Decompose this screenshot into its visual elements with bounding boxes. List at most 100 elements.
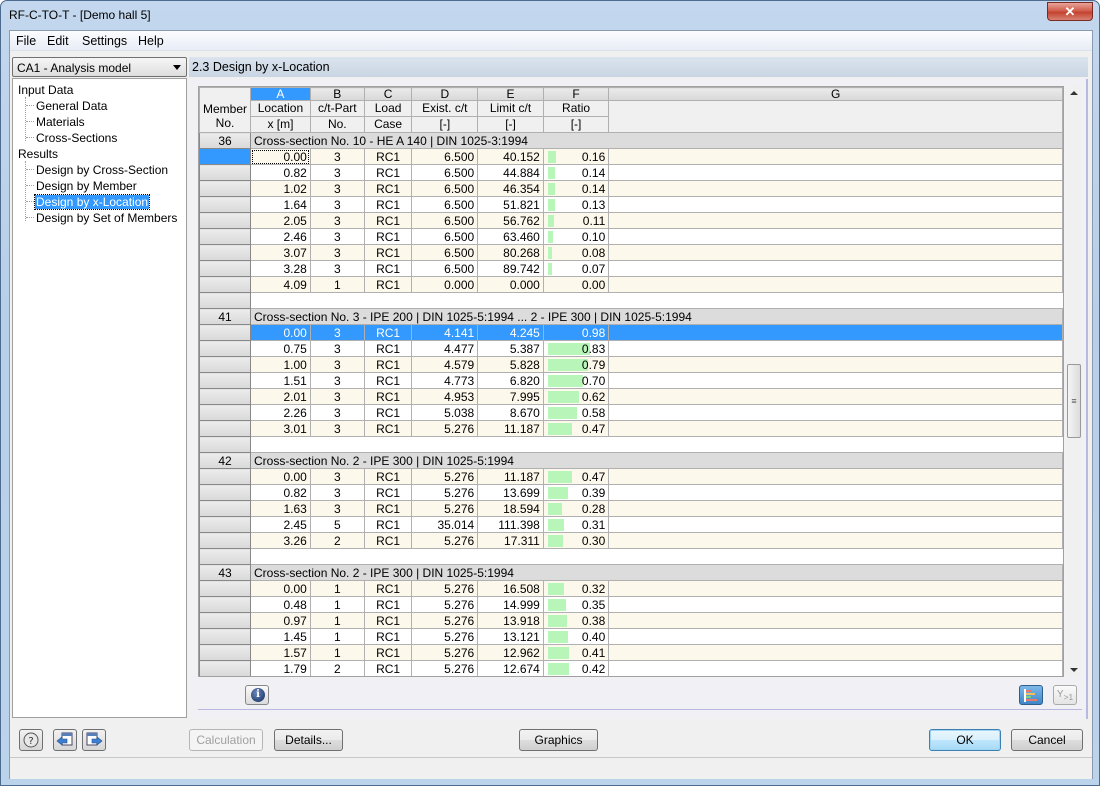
- scroll-down-icon[interactable]: [1070, 668, 1078, 672]
- cell-ratio[interactable]: 0.79: [542, 356, 610, 373]
- calculation-button[interactable]: Calculation: [189, 729, 263, 751]
- column-letter-f[interactable]: F: [542, 87, 610, 101]
- table-row[interactable]: 3.07 3 RC1 6.500 80.268 0.08: [199, 244, 1063, 261]
- table-row[interactable]: 1.45 1 RC1 5.276 13.121 0.40: [199, 628, 1063, 645]
- cell-load-case[interactable]: RC1: [363, 404, 413, 421]
- row-header[interactable]: [199, 388, 252, 405]
- row-header[interactable]: [199, 180, 252, 197]
- cell-load-case[interactable]: RC1: [363, 276, 413, 293]
- cell-ratio[interactable]: 0.13: [542, 196, 610, 213]
- row-header[interactable]: [199, 660, 252, 676]
- cell-limit-ct[interactable]: 44.884: [477, 164, 544, 181]
- column-letter-a[interactable]: A: [250, 87, 311, 101]
- cell-limit-ct[interactable]: 16.508: [477, 580, 544, 597]
- cell-g[interactable]: [608, 148, 1063, 165]
- cell-exist-ct[interactable]: 35.014: [411, 516, 479, 533]
- tree-item-design-by-set-of-members[interactable]: Design by Set of Members: [36, 211, 177, 225]
- cell-ratio[interactable]: 0.42: [542, 660, 610, 676]
- cell-g[interactable]: [608, 404, 1063, 421]
- close-button[interactable]: ✕: [1047, 2, 1093, 21]
- cell-location[interactable]: 1.79: [250, 660, 311, 676]
- row-header[interactable]: [199, 420, 252, 437]
- table-row[interactable]: 2.05 3 RC1 6.500 56.762 0.11: [199, 212, 1063, 229]
- cell-g[interactable]: [608, 532, 1063, 549]
- cell-limit-ct[interactable]: 14.999: [477, 596, 544, 613]
- row-header[interactable]: [199, 436, 252, 453]
- cell-exist-ct[interactable]: 5.276: [411, 660, 479, 676]
- cell-ct-part[interactable]: 3: [309, 356, 365, 373]
- tree-item-design-by-member[interactable]: Design by Member: [36, 179, 137, 193]
- tree-item-general-data[interactable]: General Data: [36, 99, 107, 113]
- cell-limit-ct[interactable]: 5.828: [477, 356, 544, 373]
- cell-limit-ct[interactable]: 89.742: [477, 260, 544, 277]
- graphics-button[interactable]: Graphics: [519, 729, 598, 751]
- table-row[interactable]: 3.28 3 RC1 6.500 89.742 0.07: [199, 260, 1063, 277]
- cell-limit-ct[interactable]: 18.594: [477, 500, 544, 517]
- cell-limit-ct[interactable]: 13.699: [477, 484, 544, 501]
- cell-location[interactable]: 0.97: [250, 612, 311, 629]
- cell-location[interactable]: 2.05: [250, 212, 311, 229]
- cell-location[interactable]: 0.00: [250, 468, 311, 485]
- tree-item-cross-sections[interactable]: Cross-Sections: [36, 131, 117, 145]
- cell-ratio[interactable]: 0.16: [542, 148, 610, 165]
- cell-g[interactable]: [608, 388, 1063, 405]
- table-row[interactable]: 1.02 3 RC1 6.500 46.354 0.14: [199, 180, 1063, 197]
- cell-ct-part[interactable]: 2: [309, 532, 365, 549]
- cell-load-case[interactable]: RC1: [363, 244, 413, 261]
- cell-exist-ct[interactable]: 6.500: [411, 260, 479, 277]
- cell-location[interactable]: 2.26: [250, 404, 311, 421]
- row-header[interactable]: [199, 356, 252, 373]
- cell-exist-ct[interactable]: 5.276: [411, 580, 479, 597]
- table-row[interactable]: 2.01 3 RC1 4.953 7.995 0.62: [199, 388, 1063, 405]
- cell-load-case[interactable]: RC1: [363, 596, 413, 613]
- table-row[interactable]: 3.26 2 RC1 5.276 17.311 0.30: [199, 532, 1063, 549]
- cell-limit-ct[interactable]: 40.152: [477, 148, 544, 165]
- cell-exist-ct[interactable]: 5.038: [411, 404, 479, 421]
- row-header[interactable]: [199, 244, 252, 261]
- cell-ratio[interactable]: 0.62: [542, 388, 610, 405]
- cell-load-case[interactable]: RC1: [363, 580, 413, 597]
- case-select[interactable]: CA1 - Analysis model: [12, 57, 187, 77]
- table-row[interactable]: 1.63 3 RC1 5.276 18.594 0.28: [199, 500, 1063, 517]
- cell-ct-part[interactable]: 3: [309, 180, 365, 197]
- cell-location[interactable]: 1.57: [250, 644, 311, 661]
- row-header[interactable]: [200, 677, 251, 678]
- cell-load-case[interactable]: RC1: [363, 196, 413, 213]
- cell-location[interactable]: 4.09: [250, 276, 311, 293]
- cell-ct-part[interactable]: 2: [309, 660, 365, 676]
- table-row[interactable]: 0.82 3 RC1 5.276 13.699 0.39: [199, 484, 1063, 501]
- scroll-up-icon[interactable]: [1070, 91, 1078, 95]
- row-header[interactable]: [199, 164, 252, 181]
- table-row[interactable]: 0.75 3 RC1 4.477 5.387 0.83: [199, 340, 1063, 357]
- cell-location[interactable]: 0.82: [250, 484, 311, 501]
- cell-exist-ct[interactable]: 5.276: [411, 532, 479, 549]
- cell-ct-part[interactable]: 3: [309, 260, 365, 277]
- cell-limit-ct[interactable]: 111.398: [477, 516, 544, 533]
- menu-edit[interactable]: Edit: [47, 34, 69, 48]
- ok-button[interactable]: OK: [929, 729, 1001, 751]
- table-row[interactable]: 2.45 5 RC1 35.014 111.398 0.31: [199, 516, 1063, 533]
- cell-load-case[interactable]: RC1: [363, 644, 413, 661]
- cell-ct-part[interactable]: 3: [309, 468, 365, 485]
- cell-load-case[interactable]: RC1: [363, 356, 413, 373]
- cell-location[interactable]: 0.00: [250, 580, 311, 597]
- cell-g[interactable]: [608, 372, 1063, 389]
- cell-exist-ct[interactable]: 6.500: [411, 180, 479, 197]
- tree-item-design-by-x-location[interactable]: Design by x-Location: [33, 194, 151, 210]
- next-window-button[interactable]: [82, 729, 106, 751]
- cell-g[interactable]: [608, 180, 1063, 197]
- cell-ct-part[interactable]: 3: [309, 324, 365, 341]
- cell-load-case[interactable]: RC1: [363, 628, 413, 645]
- member-number[interactable]: 41: [199, 308, 252, 325]
- table-row[interactable]: 0.00 1 RC1 5.276 16.508 0.32: [199, 580, 1063, 597]
- cell-exist-ct[interactable]: 5.276: [411, 468, 479, 485]
- cell-g[interactable]: [608, 324, 1063, 341]
- cell-ct-part[interactable]: 3: [309, 244, 365, 261]
- table-row[interactable]: 1.57 1 RC1 5.276 12.962 0.41: [199, 644, 1063, 661]
- cell-ct-part[interactable]: 1: [309, 644, 365, 661]
- cell-ct-part[interactable]: 3: [309, 212, 365, 229]
- cell-ratio[interactable]: 0.00: [542, 276, 610, 293]
- cell-exist-ct[interactable]: 5.276: [411, 628, 479, 645]
- tree-item-materials[interactable]: Materials: [36, 115, 85, 129]
- cell-location[interactable]: 0.48: [250, 596, 311, 613]
